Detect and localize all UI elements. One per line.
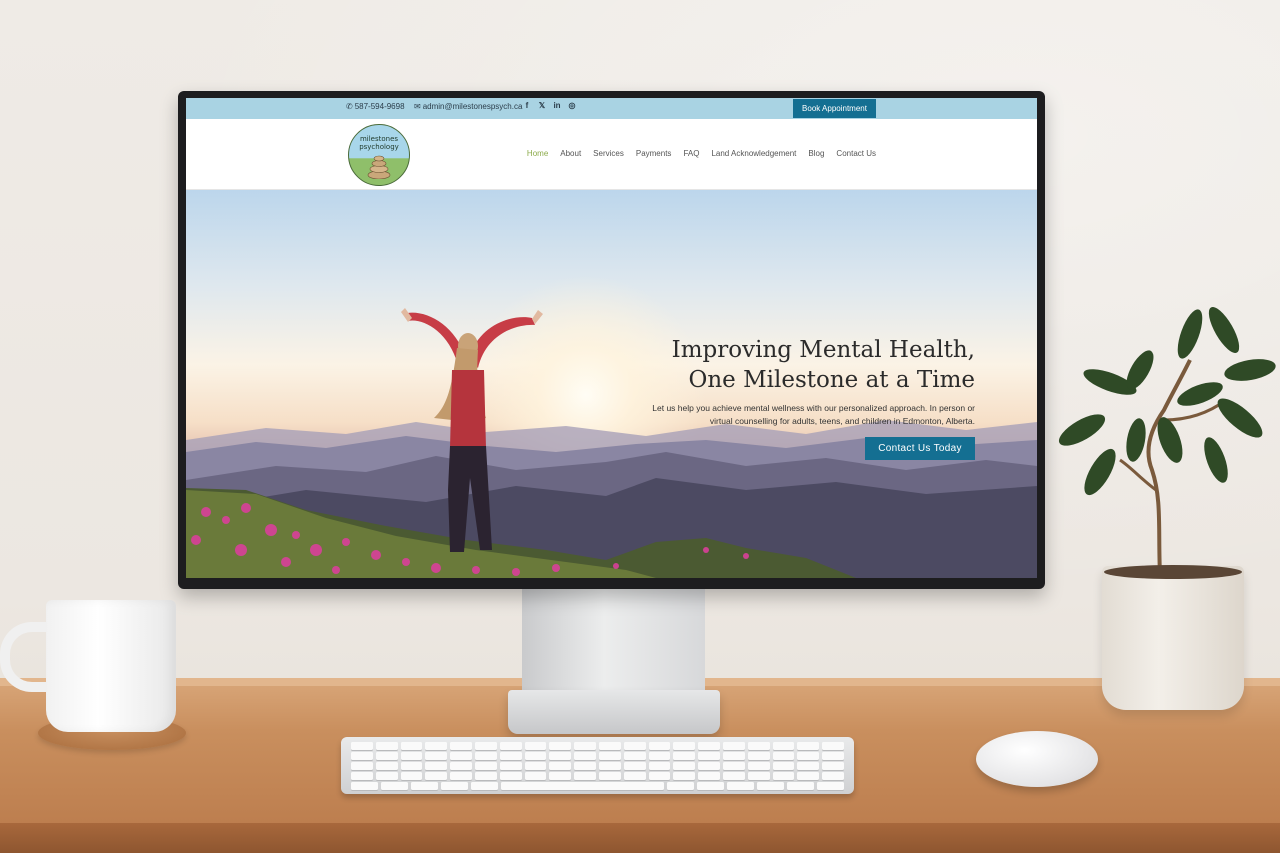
monitor-stand bbox=[522, 586, 705, 706]
stones-icon bbox=[367, 155, 391, 179]
nav-contact-us[interactable]: Contact Us bbox=[836, 149, 876, 158]
desk-front bbox=[0, 823, 1280, 853]
envelope-icon: ✉ bbox=[414, 102, 421, 111]
main-nav: Home About Services Payments FAQ Land Ac… bbox=[527, 149, 876, 158]
hero-section: Improving Mental Health, One Milestone a… bbox=[186, 190, 1037, 578]
nav-services[interactable]: Services bbox=[593, 149, 624, 158]
nav-payments[interactable]: Payments bbox=[636, 149, 672, 158]
plant-icon bbox=[1058, 307, 1276, 576]
logo-text-line1: milestones bbox=[359, 135, 399, 143]
hero-title-line1: Improving Mental Health, bbox=[671, 337, 975, 363]
hero-title: Improving Mental Health, One Milestone a… bbox=[595, 335, 975, 395]
mouse bbox=[976, 731, 1098, 787]
plant-pot bbox=[1102, 566, 1244, 710]
x-icon[interactable]: 𝕏 bbox=[537, 101, 547, 110]
site-logo[interactable]: milestones psychology bbox=[348, 124, 410, 186]
phone-number: 587-594-9698 bbox=[354, 102, 405, 111]
nav-land-acknowledgement[interactable]: Land Acknowledgement bbox=[711, 149, 796, 158]
monitor-stand-base bbox=[508, 690, 720, 734]
screen: ✆ 587-594-9698 ✉ admin@milestonespsych.c… bbox=[186, 98, 1037, 578]
linkedin-icon[interactable]: in bbox=[552, 101, 562, 110]
book-appointment-button[interactable]: Book Appointment bbox=[793, 99, 876, 118]
contact-us-today-button[interactable]: Contact Us Today bbox=[865, 437, 975, 460]
keyboard bbox=[341, 737, 854, 794]
instagram-icon[interactable]: ◎ bbox=[567, 101, 577, 110]
email-address: admin@milestonespsych.ca bbox=[422, 102, 523, 111]
hero-title-line2: One Milestone at a Time bbox=[688, 367, 975, 393]
keyboard-keys bbox=[351, 742, 845, 792]
coffee-mug bbox=[46, 600, 176, 732]
email-link[interactable]: ✉ admin@milestonespsych.ca bbox=[414, 102, 522, 111]
logo-text: milestones psychology bbox=[349, 135, 409, 151]
nav-home[interactable]: Home bbox=[527, 149, 548, 158]
hero-subtitle: Let us help you achieve mental wellness … bbox=[615, 402, 975, 428]
facebook-icon[interactable]: f bbox=[522, 101, 532, 110]
pot-soil bbox=[1104, 565, 1242, 579]
nav-blog[interactable]: Blog bbox=[808, 149, 824, 158]
nav-faq[interactable]: FAQ bbox=[683, 149, 699, 158]
nav-about[interactable]: About bbox=[560, 149, 581, 158]
top-bar: ✆ 587-594-9698 ✉ admin@milestonespsych.c… bbox=[186, 98, 1037, 119]
phone-link[interactable]: ✆ 587-594-9698 bbox=[346, 102, 405, 111]
logo-text-line2: psychology bbox=[359, 143, 399, 151]
hero-subtitle-line2: virtual counselling for adults, teens, a… bbox=[709, 416, 975, 426]
phone-icon: ✆ bbox=[346, 102, 353, 111]
hero-subtitle-line1: Let us help you achieve mental wellness … bbox=[652, 403, 975, 413]
site-header: milestones psychology Home About Service… bbox=[186, 119, 1037, 190]
